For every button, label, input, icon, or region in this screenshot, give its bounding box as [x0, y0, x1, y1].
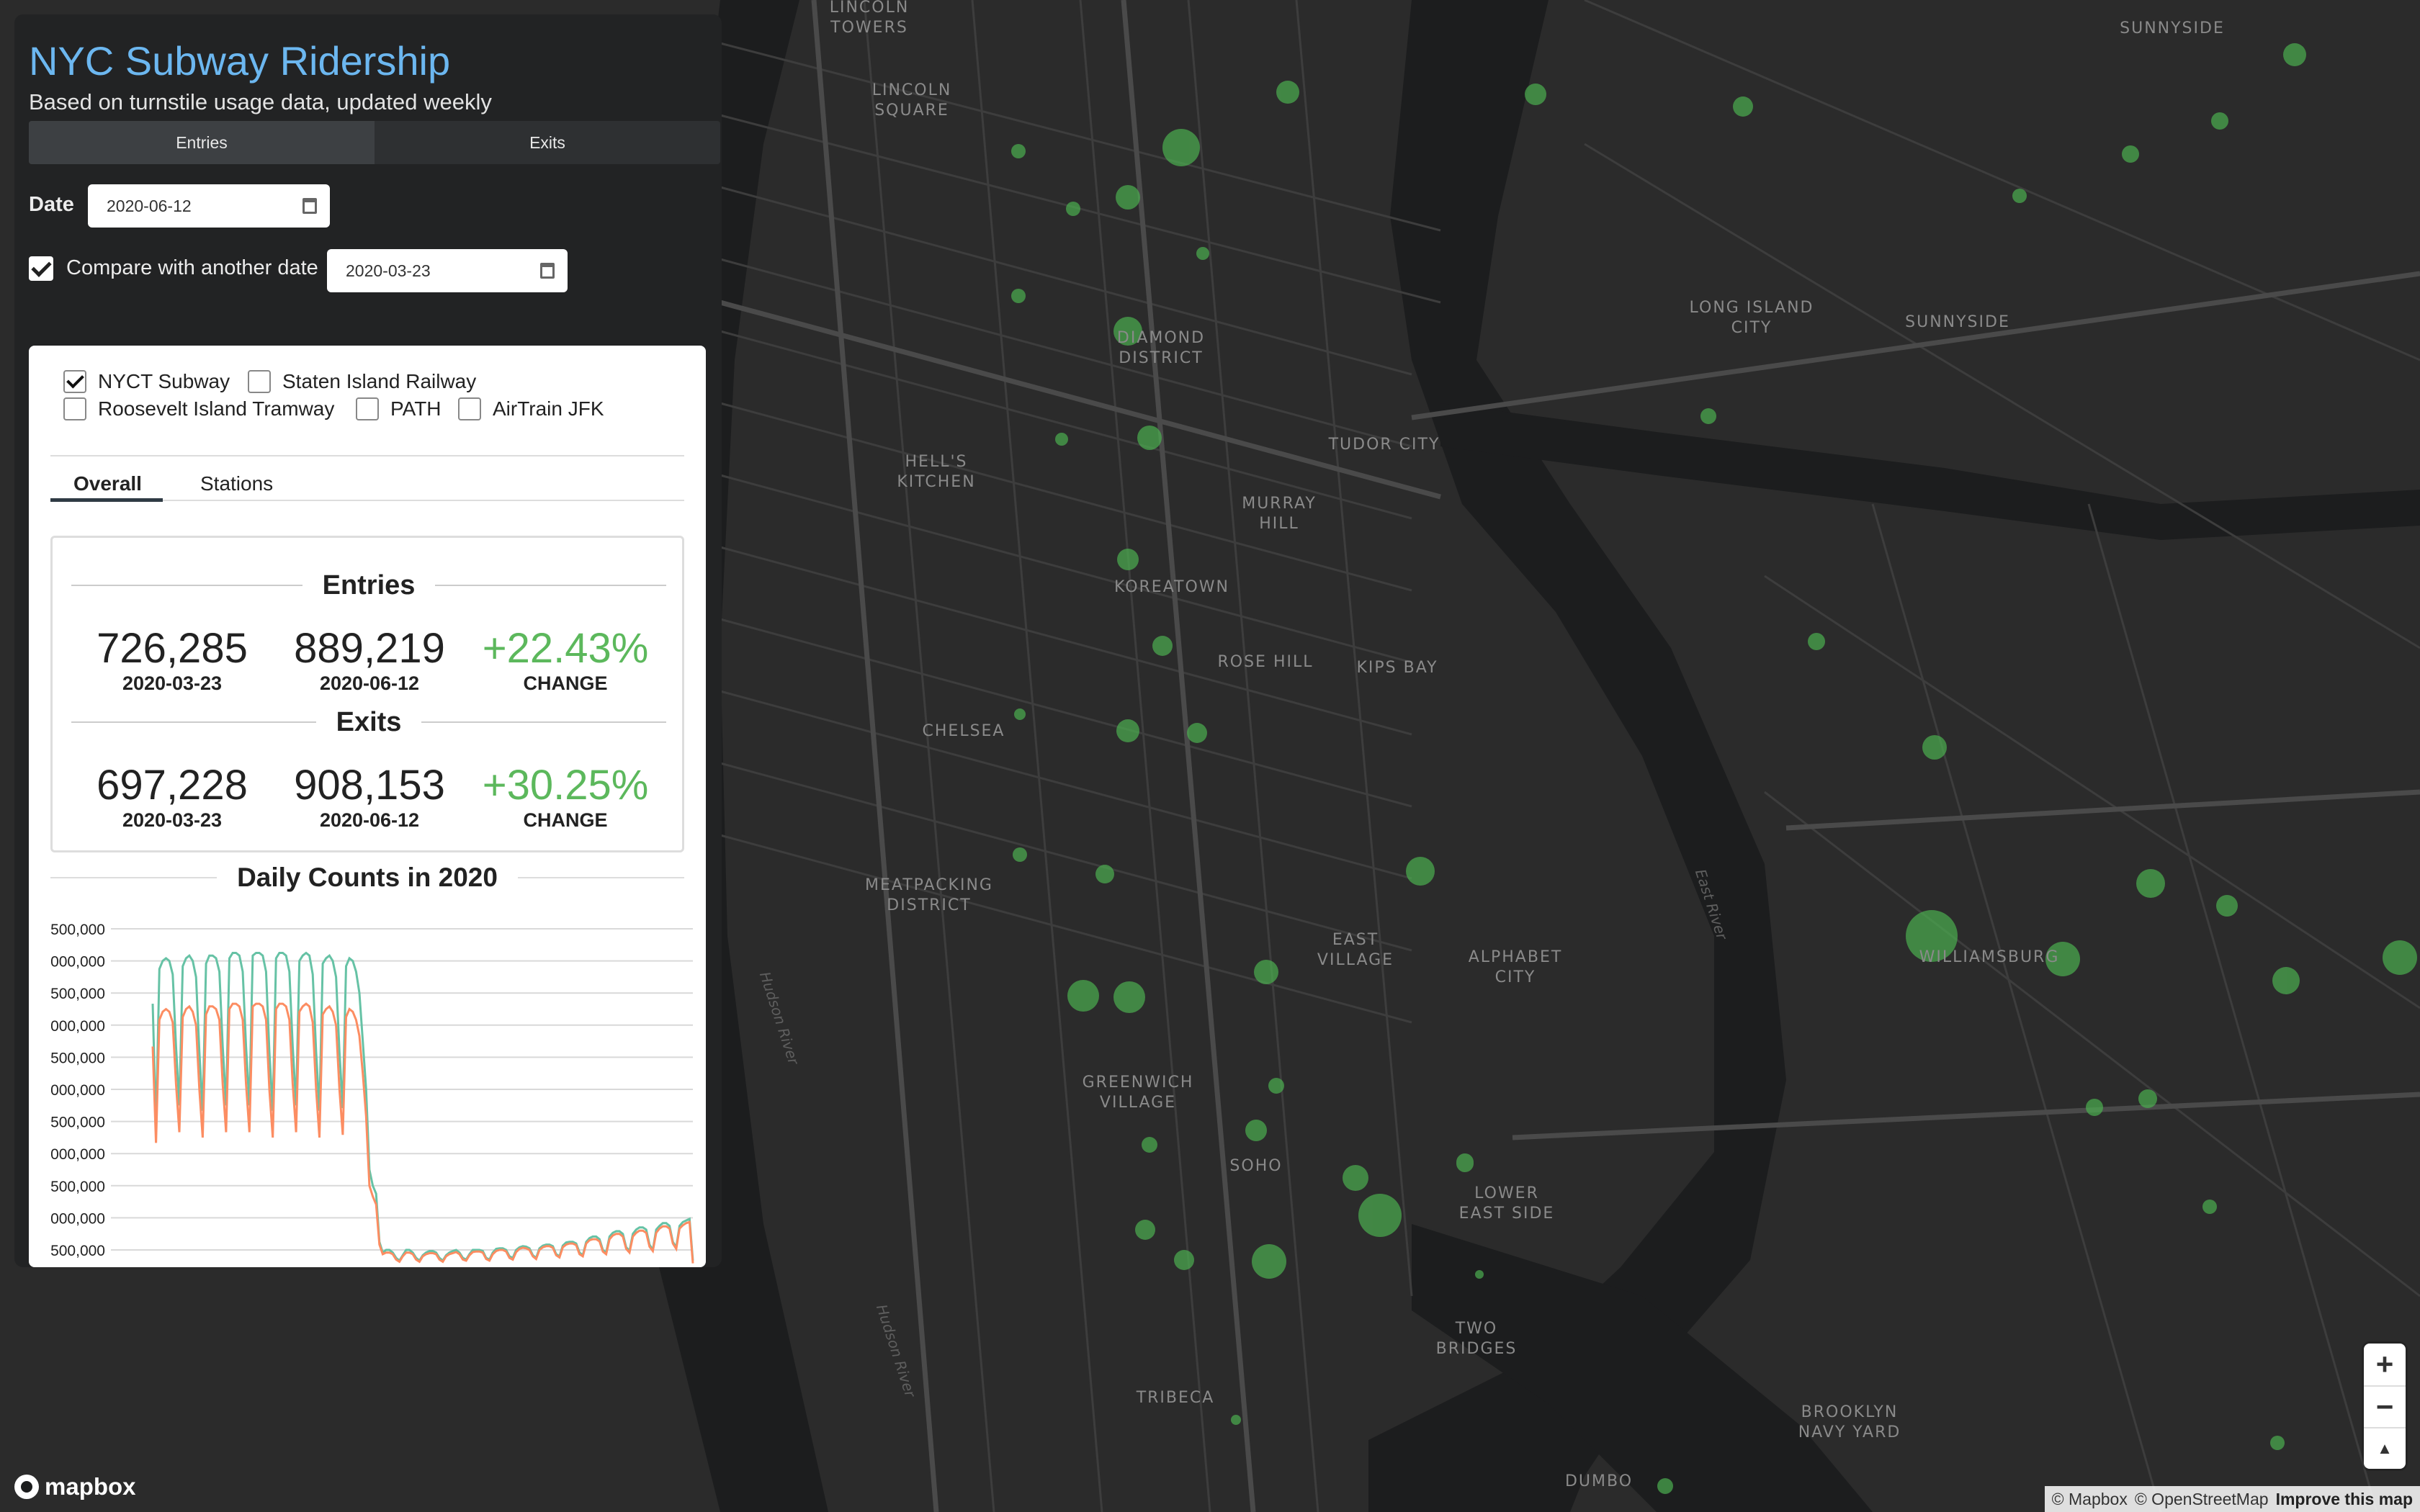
divider	[50, 455, 684, 456]
active-tab-indicator	[50, 498, 163, 502]
system-path[interactable]: PATH	[356, 397, 442, 420]
zoom-out-button[interactable]: −	[2364, 1385, 2406, 1427]
system-nyct-subway[interactable]: NYCT Subway	[63, 370, 230, 393]
compare-label: Compare with another date	[66, 256, 318, 279]
y-tick-label: 000,000	[50, 1018, 105, 1035]
checkbox-icon	[248, 370, 271, 393]
compare-checkbox[interactable]	[29, 256, 53, 281]
entries-compare-stat: 726,285 2020-03-23	[97, 625, 248, 695]
date-value: 2020-06-12	[107, 196, 192, 215]
view-toggle: Entries Exits	[29, 121, 720, 164]
neighborhood-label: GREENWICH VILLAGE	[1082, 1074, 1194, 1112]
checkbox-checked-icon	[63, 370, 86, 393]
system-staten-island-railway[interactable]: Staten Island Railway	[248, 370, 476, 393]
exits-heading: Exits	[71, 707, 667, 737]
date-input[interactable]: 2020-06-12	[88, 184, 330, 228]
stats-summary: Entries 726,285 2020-03-23 889,219 2020-…	[50, 536, 684, 852]
neighborhood-label: KOREATOWN	[1113, 578, 1230, 596]
neighborhood-label: KIPS BAY	[1356, 659, 1438, 677]
y-tick-label: 000,000	[50, 1082, 105, 1099]
neighborhood-label: MEATPACKING DISTRICT	[865, 876, 993, 914]
tab-entries[interactable]: Entries	[29, 121, 375, 164]
neighborhood-label: WILLIAMSBURG	[1919, 948, 2060, 966]
neighborhood-label: LOWER EAST SIDE	[1458, 1184, 1555, 1223]
system-label: PATH	[390, 397, 442, 420]
entries-current-stat: 889,219 2020-06-12	[294, 625, 445, 695]
y-tick-label: 500,000	[50, 986, 105, 1002]
tab-exits[interactable]: Exits	[375, 121, 720, 164]
system-label: AirTrain JFK	[493, 397, 604, 420]
mapbox-logo-icon	[14, 1475, 39, 1499]
checkbox-icon	[458, 397, 481, 420]
neighborhood-label: ALPHABET CITY	[1468, 948, 1563, 986]
neighborhood-label: TUDOR CITY	[1328, 436, 1440, 454]
compare-date-input[interactable]: 2020-03-23	[327, 249, 568, 292]
tab-stations[interactable]: Stations	[200, 472, 273, 495]
compare-date-value: 2020-03-23	[346, 261, 431, 280]
date-label: Date	[29, 193, 74, 216]
calendar-icon	[540, 263, 555, 279]
y-tick-label: 500,000	[50, 1179, 105, 1195]
osm-attribution-link[interactable]: © OpenStreetMap	[2135, 1490, 2269, 1509]
system-label: Staten Island Railway	[282, 370, 477, 392]
exits-change-stat: +30.25% CHANGE	[482, 762, 649, 832]
y-tick-label: 500,000	[50, 922, 105, 938]
y-tick-label: 000,000	[50, 1210, 105, 1227]
mapbox-logo[interactable]: mapbox	[14, 1473, 136, 1500]
control-panel: NYC Subway Ridership Based on turnstile …	[14, 14, 722, 1267]
neighborhood-label: ROSE HILL	[1217, 653, 1314, 671]
chart-title: Daily Counts in 2020	[50, 861, 685, 894]
neighborhood-label: LINCOLN SQUARE	[871, 81, 952, 120]
neighborhood-label: LONG ISLAND CITY	[1689, 299, 1814, 337]
mapbox-logo-text: mapbox	[45, 1473, 136, 1500]
y-tick-label: 500,000	[50, 1115, 105, 1131]
map-zoom-controls: + − ▲	[2364, 1344, 2406, 1469]
y-tick-label: 500,000	[50, 1243, 105, 1259]
zoom-in-button[interactable]: +	[2364, 1344, 2406, 1385]
neighborhood-label: BROOKLYN NAVY YARD	[1798, 1403, 1901, 1441]
exits-current-stat: 908,153 2020-06-12	[294, 762, 445, 832]
series-line-0	[151, 951, 694, 1263]
exits-compare-stat: 697,228 2020-03-23	[97, 762, 248, 832]
map-attribution: © Mapbox © OpenStreetMap Improve this ma…	[2044, 1486, 2420, 1512]
page-subtitle: Based on turnstile usage data, updated w…	[29, 89, 492, 114]
system-roosevelt-island-tramway[interactable]: Roosevelt Island Tramway	[63, 397, 334, 420]
neighborhood-label: HELL'S KITCHEN	[897, 453, 976, 491]
y-tick-label: 000,000	[50, 954, 105, 971]
series-line-1	[151, 1002, 694, 1264]
y-tick-label: 500,000	[50, 1050, 105, 1066]
calendar-icon	[302, 198, 317, 214]
daily-counts-chart: 500,000 000,000 500,000 000,000 500,000 000,0…	[50, 922, 694, 1264]
improve-map-link[interactable]: Improve this map	[2276, 1490, 2413, 1509]
checkbox-icon	[63, 397, 86, 420]
mapbox-attribution-link[interactable]: © Mapbox	[2052, 1490, 2128, 1509]
neighborhood-label: SOHO	[1229, 1157, 1283, 1175]
system-label: NYCT Subway	[98, 370, 230, 392]
data-card: NYCT Subway Staten Island Railway Roosev…	[29, 346, 706, 1267]
system-label: Roosevelt Island Tramway	[98, 397, 335, 420]
neighborhood-label: SUNNYSIDE	[1905, 313, 2010, 331]
neighborhood-label: TRIBECA	[1136, 1389, 1215, 1407]
system-airtrain-jfk[interactable]: AirTrain JFK	[458, 397, 604, 420]
entries-change-stat: +22.43% CHANGE	[482, 625, 649, 695]
tab-overall[interactable]: Overall	[73, 472, 142, 495]
compass-button[interactable]: ▲	[2364, 1427, 2406, 1469]
neighborhood-label: TWO BRIDGES	[1435, 1320, 1518, 1358]
neighborhood-label: SUNNYSIDE	[2120, 19, 2225, 37]
neighborhood-label: LINCOLN TOWERS	[829, 0, 910, 37]
page-title: NYC Subway Ridership	[29, 38, 451, 84]
y-tick-label: 000,000	[50, 1146, 105, 1163]
neighborhood-label: CHELSEA	[922, 722, 1005, 740]
neighborhood-label: DUMBO	[1564, 1472, 1634, 1490]
checkbox-icon	[356, 397, 379, 420]
neighborhood-label: EAST VILLAGE	[1317, 931, 1394, 969]
neighborhood-label: MURRAY HILL	[1242, 495, 1317, 533]
entries-heading: Entries	[71, 570, 667, 600]
neighborhood-label: DIAMOND DISTRICT	[1116, 329, 1206, 367]
